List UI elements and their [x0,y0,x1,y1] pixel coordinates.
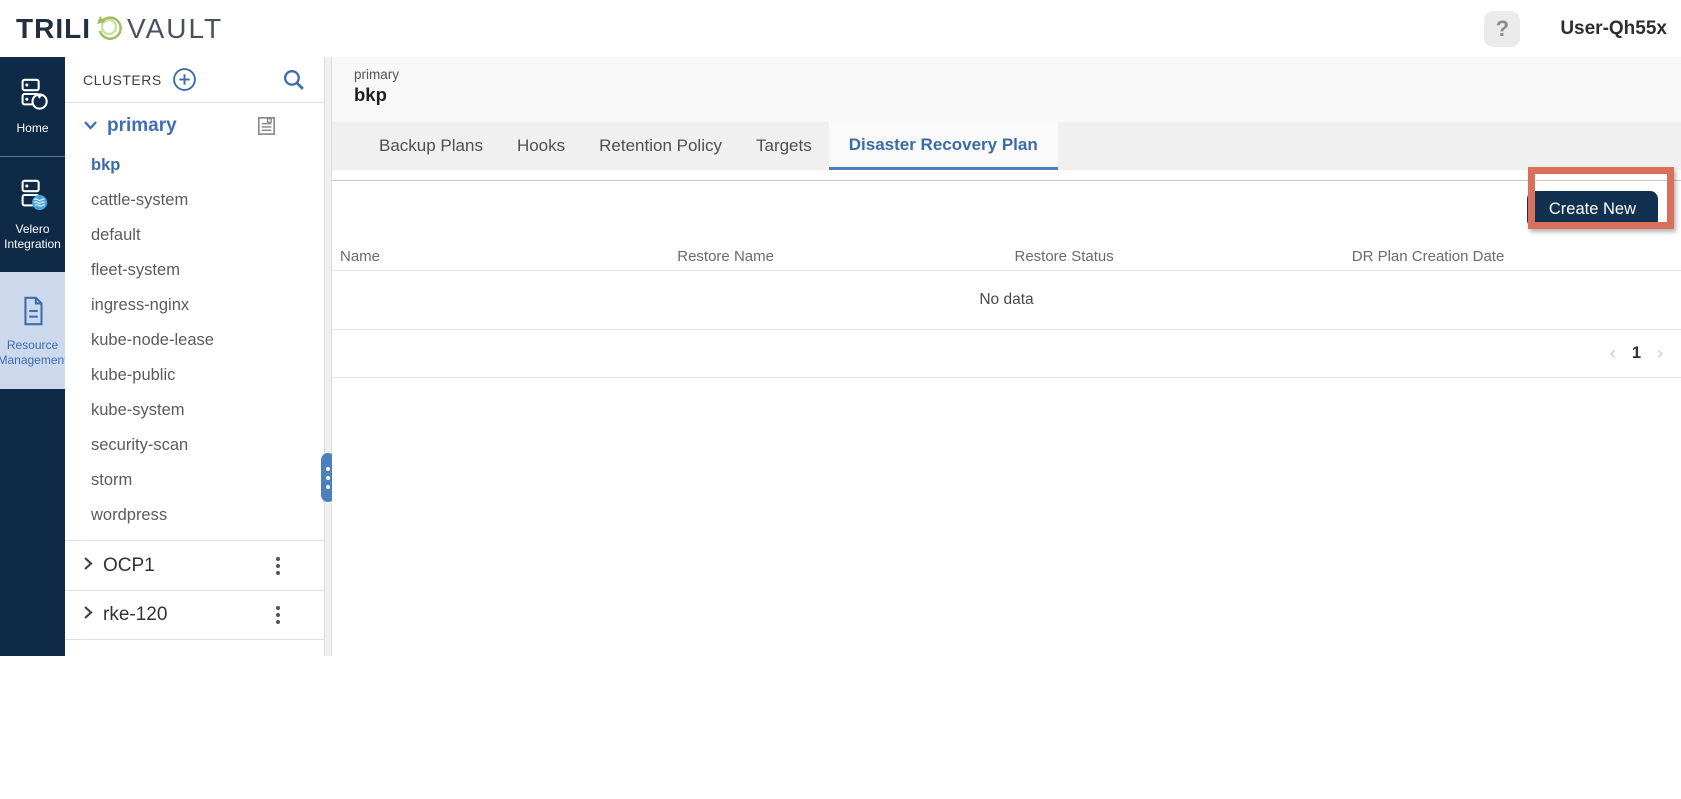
tab-strip: Backup Plans Hooks Retention Policy Targ… [332,122,1681,170]
column-header-restore-status: Restore Status [1007,248,1344,265]
chevron-right-icon[interactable] [83,605,93,625]
cluster-name-ocp1[interactable]: OCP1 [103,555,155,577]
panel-splitter[interactable] [324,57,332,656]
chevron-down-icon[interactable] [83,117,98,135]
column-header-dr-plan-creation-date: DR Plan Creation Date [1344,248,1681,265]
column-header-restore-name: Restore Name [669,248,1006,265]
namespace-item-ingress-nginx[interactable]: ingress-nginx [65,288,324,323]
topbar-right: ? User-Qh55x [1484,11,1681,47]
tab-content: Create New Name Restore Name Restore Sta… [332,180,1681,378]
namespace-item-kube-system[interactable]: kube-system [65,393,324,428]
search-icon[interactable] [281,67,306,92]
document-icon [16,294,50,332]
namespace-item-storm[interactable]: storm [65,463,324,498]
logo-text-vault: VAULT [127,13,223,45]
cluster-row-primary[interactable]: primary [65,103,324,148]
pagination: ‹ 1 › [332,330,1681,378]
clusters-title: CLUSTERS [83,72,162,88]
nav-label-resource-management: Resource Management [0,338,70,368]
tab-retention-policy[interactable]: Retention Policy [582,122,739,170]
kebab-menu-icon[interactable] [272,602,284,628]
chevron-right-icon[interactable] [83,556,93,576]
add-cluster-icon[interactable] [172,67,197,92]
main-content: primary bkp Backup Plans Hooks Retention… [332,57,1681,656]
cluster-name-rke-120[interactable]: rke-120 [103,604,167,626]
breadcrumb: primary bkp [332,57,1681,122]
pagination-page-1[interactable]: 1 [1632,344,1641,363]
breadcrumb-cluster: primary [354,67,1681,82]
nav-label-velero-integration: Velero Integration [0,222,65,252]
velero-stack-icon [14,178,52,216]
logo-text-trili: TRILI [16,13,91,45]
nav-item-home[interactable]: Home [0,57,65,156]
clusters-panel: CLUSTERS primary [65,57,324,656]
pagination-next-icon[interactable]: › [1657,343,1663,364]
namespace-item-wordpress[interactable]: wordpress [65,498,324,533]
toolbar: Create New [332,181,1681,243]
breadcrumb-namespace: bkp [354,84,1681,106]
namespace-list: bkp cattle-system default fleet-system i… [65,148,324,533]
nav-item-resource-management[interactable]: Resource Management [0,272,65,389]
help-icon[interactable]: ? [1484,11,1520,47]
nav-item-velero-integration[interactable]: Velero Integration [0,156,65,272]
create-new-button[interactable]: Create New [1527,191,1658,228]
namespace-item-cattle-system[interactable]: cattle-system [65,183,324,218]
namespace-item-fleet-system[interactable]: fleet-system [65,253,324,288]
cluster-name-primary[interactable]: primary [107,115,177,137]
app-screen: TRILI VAULT ? User-Qh55x [0,0,1681,799]
namespace-item-kube-node-lease[interactable]: kube-node-lease [65,323,324,358]
namespace-item-bkp[interactable]: bkp [65,148,324,183]
table-header-row: Name Restore Name Restore Status DR Plan… [332,243,1681,271]
namespace-item-security-scan[interactable]: security-scan [65,428,324,463]
username-label[interactable]: User-Qh55x [1560,18,1667,40]
rail-filler [0,389,65,656]
top-bar: TRILI VAULT ? User-Qh55x [0,0,1681,57]
no-data-label: No data [979,291,1033,309]
cluster-row-rke-120[interactable]: rke-120 [65,590,324,640]
nav-label-home: Home [14,121,50,136]
report-icon[interactable] [255,114,278,137]
triliovault-logo: TRILI VAULT [16,10,223,47]
tab-targets[interactable]: Targets [739,122,829,170]
column-header-name: Name [332,248,669,265]
tab-hooks[interactable]: Hooks [500,122,582,170]
clusters-header: CLUSTERS [65,57,324,103]
cluster-restore-icon [14,77,52,115]
table-empty-row: No data [332,271,1681,330]
circular-arrow-icon [93,10,125,47]
tab-disaster-recovery-plan[interactable]: Disaster Recovery Plan [829,122,1058,170]
tab-backup-plans[interactable]: Backup Plans [362,122,500,170]
namespace-item-default[interactable]: default [65,218,324,253]
kebab-menu-icon[interactable] [272,553,284,579]
left-nav-rail: Home Velero Integration [0,57,65,656]
pagination-prev-icon[interactable]: ‹ [1610,343,1616,364]
cluster-row-ocp1[interactable]: OCP1 [65,540,324,590]
namespace-item-kube-public[interactable]: kube-public [65,358,324,393]
